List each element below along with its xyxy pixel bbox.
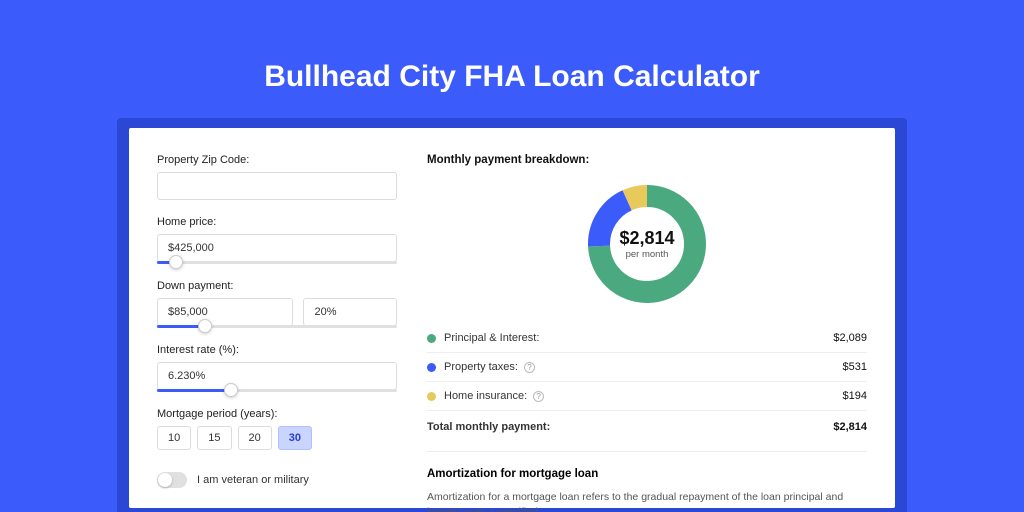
zip-label: Property Zip Code: [157,154,397,166]
row-total-value: $2,814 [833,421,867,433]
price-label: Home price: [157,216,397,228]
inputs-column: Property Zip Code: Home price: Down paym… [157,154,397,508]
row-insurance-label: Home insurance: [444,390,527,402]
donut-value: $2,814 [619,228,674,249]
amortization-heading: Amortization for mortgage loan [427,468,867,480]
row-principal-left: Principal & Interest: [427,332,539,344]
calculator-frame: Property Zip Code: Home price: Down paym… [117,118,907,512]
dot-icon-blue [427,363,436,372]
amortization-section: Amortization for mortgage loan Amortizat… [427,451,867,512]
row-taxes-value: $531 [843,361,867,373]
row-principal: Principal & Interest: $2,089 [427,324,867,353]
row-principal-label: Principal & Interest: [444,332,539,344]
down-group: Down payment: [157,280,397,328]
price-slider-thumb[interactable] [169,255,183,269]
donut-sub: per month [626,249,669,260]
rate-slider-thumb[interactable] [224,383,238,397]
veteran-toggle-knob [158,473,172,487]
price-input[interactable] [157,234,397,262]
veteran-row: I am veteran or military [157,472,397,488]
row-taxes: Property taxes: ? $531 [427,353,867,382]
row-taxes-left: Property taxes: ? [427,361,535,373]
page-root: Bullhead City FHA Loan Calculator Proper… [0,0,1024,512]
info-icon[interactable]: ? [524,362,535,373]
row-principal-value: $2,089 [833,332,867,344]
rate-label: Interest rate (%): [157,344,397,356]
dot-icon-green [427,334,436,343]
donut-center: $2,814 per month [585,182,709,306]
down-amount-input[interactable] [157,298,293,326]
period-btn-10[interactable]: 10 [157,426,191,450]
dot-icon-yellow [427,392,436,401]
zip-input[interactable] [157,172,397,200]
breakdown-heading: Monthly payment breakdown: [427,154,867,166]
rate-group: Interest rate (%): [157,344,397,392]
zip-group: Property Zip Code: [157,154,397,200]
amortization-text: Amortization for a mortgage loan refers … [427,490,867,512]
row-taxes-label: Property taxes: [444,361,518,373]
row-total-label: Total monthly payment: [427,421,550,433]
rate-input[interactable] [157,362,397,390]
breakdown-column: Monthly payment breakdown: $2,814 per [427,154,867,508]
price-group: Home price: [157,216,397,264]
down-slider[interactable] [157,325,397,328]
row-insurance-value: $194 [843,390,867,402]
row-insurance: Home insurance: ? $194 [427,382,867,411]
donut-wrap: $2,814 per month [427,182,867,306]
calculator-card: Property Zip Code: Home price: Down paym… [129,128,895,508]
veteran-toggle[interactable] [157,472,187,488]
period-group: Mortgage period (years): 10 15 20 30 [157,408,397,450]
veteran-label: I am veteran or military [197,474,309,486]
page-title: Bullhead City FHA Loan Calculator [264,60,760,94]
period-label: Mortgage period (years): [157,408,397,420]
down-pct-input[interactable] [303,298,397,326]
period-btn-30[interactable]: 30 [278,426,312,450]
period-btn-15[interactable]: 15 [197,426,231,450]
info-icon[interactable]: ? [533,391,544,402]
row-insurance-left: Home insurance: ? [427,390,544,402]
period-options: 10 15 20 30 [157,426,397,450]
row-total: Total monthly payment: $2,814 [427,411,867,441]
period-btn-20[interactable]: 20 [238,426,272,450]
payment-donut-chart: $2,814 per month [585,182,709,306]
price-slider[interactable] [157,261,397,264]
down-label: Down payment: [157,280,397,292]
down-slider-thumb[interactable] [198,319,212,333]
rate-slider[interactable] [157,389,397,392]
rate-slider-fill [157,389,231,392]
